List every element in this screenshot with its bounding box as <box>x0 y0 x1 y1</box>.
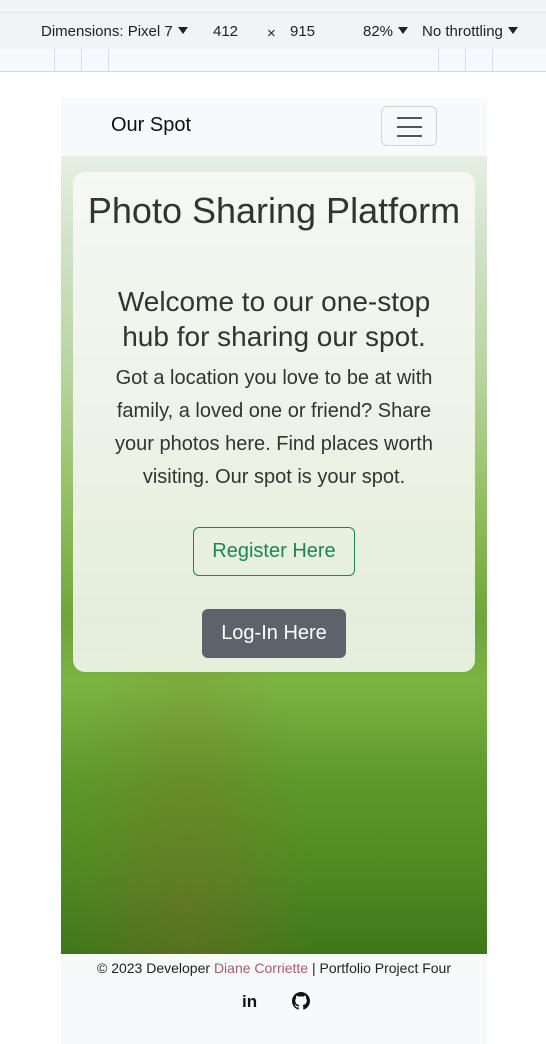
device-toolbar-row: Dimensions: Pixel 7 412 × 915 82% No thr… <box>0 12 546 50</box>
chevron-down-icon <box>398 27 409 34</box>
copyright-suffix: | Portfolio Project Four <box>311 960 452 976</box>
throttling-select[interactable]: No throttling <box>422 23 518 40</box>
welcome-card: Photo Sharing Platform Welcome to our on… <box>73 172 475 672</box>
media-query-ruler[interactable] <box>0 49 546 72</box>
height-input[interactable]: 915 <box>290 23 315 40</box>
device-select[interactable]: Dimensions: Pixel 7 <box>41 23 188 40</box>
ruler-tick <box>438 49 439 71</box>
devtools-toolbar: Dimensions: Pixel 7 412 × 915 82% No thr… <box>0 0 546 72</box>
page-title: Photo Sharing Platform <box>87 190 461 231</box>
ruler-tick <box>108 49 109 71</box>
copyright-line: © 2023 Developer Diane Corriette | Portf… <box>61 960 487 976</box>
chevron-down-icon <box>507 27 518 34</box>
ruler-tick <box>54 49 55 71</box>
ruler-tick <box>465 49 466 71</box>
width-input[interactable]: 412 <box>213 23 238 40</box>
dimension-separator: × <box>267 25 276 42</box>
navbar: Our Spot <box>61 98 487 156</box>
copyright-prefix: © 2023 Developer <box>96 960 211 976</box>
devtools-top-strip <box>0 0 546 12</box>
page-subtitle: Welcome to our one-stop hub for sharing … <box>117 286 431 352</box>
hero-background-image: Photo Sharing Platform Welcome to our on… <box>61 156 487 954</box>
login-button[interactable]: Log-In Here <box>202 609 346 658</box>
zoom-select[interactable]: 82% <box>363 23 409 40</box>
ruler-tick <box>492 49 493 71</box>
linkedin-icon[interactable]: in <box>242 992 257 1012</box>
author-link[interactable]: Diane Corriette <box>214 960 308 976</box>
register-button[interactable]: Register Here <box>193 527 355 576</box>
footer: © 2023 Developer Diane Corriette | Portf… <box>61 954 487 1044</box>
navbar-brand[interactable]: Our Spot <box>111 114 191 137</box>
intro-text: Got a location you love to be at with fa… <box>115 367 433 488</box>
ruler-tick <box>81 49 82 71</box>
navbar-toggler-button[interactable] <box>381 106 437 146</box>
device-viewport: Our Spot Photo Sharing Platform Welcome … <box>61 98 487 1044</box>
chevron-down-icon <box>177 27 188 34</box>
github-icon[interactable] <box>292 992 310 1013</box>
